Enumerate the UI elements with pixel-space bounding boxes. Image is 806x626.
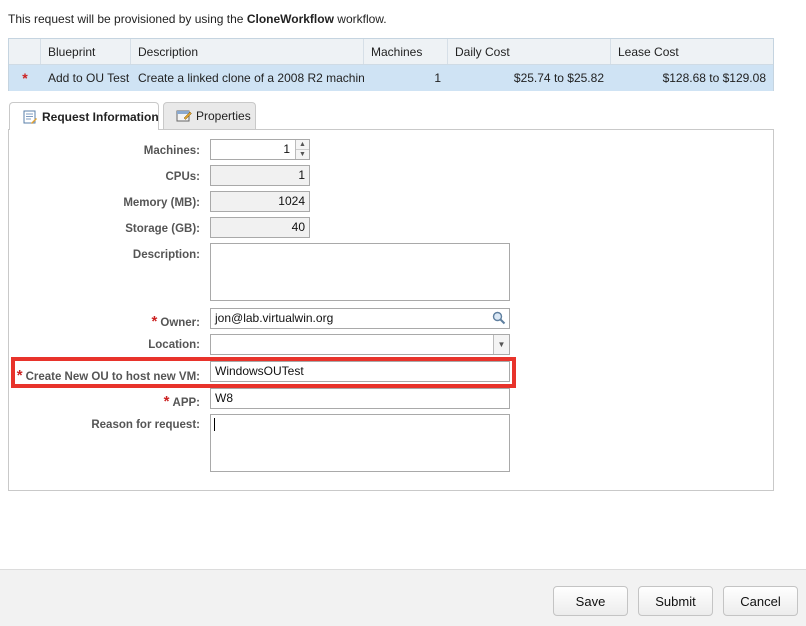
new-ou-input[interactable]: WindowsOUTest [210, 361, 510, 382]
tab-label: Properties [196, 109, 251, 123]
header-machines[interactable]: Machines [364, 39, 448, 64]
cpus-label-wrap: CPUs: [0, 168, 200, 188]
header-required [9, 39, 41, 64]
owner-value: jon@lab.virtualwin.org [215, 311, 334, 325]
blueprint-name: Add to OU Test [48, 71, 130, 85]
provisioning-intro: This request will be provisioned by usin… [8, 12, 387, 26]
properties-icon [176, 109, 192, 123]
intro-prefix: This request will be provisioned by usin… [8, 12, 244, 26]
owner-label: * Owner: [0, 313, 200, 330]
blueprint-daily-cost: $25.74 to $25.82 [513, 71, 604, 85]
header-lease-cost[interactable]: Lease Cost [611, 39, 773, 64]
blueprint-description: Create a linked clone of a 2008 R2 machi… [138, 71, 364, 85]
tab-request-information[interactable]: Request Information [9, 102, 159, 130]
new-ou-label: * Create New OU to host new VM: [0, 367, 200, 384]
owner-label-wrap: * Owner: [0, 310, 200, 330]
required-indicator: * [163, 393, 170, 410]
location-label: Location: [148, 339, 200, 351]
app-input[interactable]: W8 [210, 388, 510, 409]
tab-properties[interactable]: Properties [163, 102, 256, 129]
owner-label-text: Owner: [160, 317, 200, 329]
description-label: Description: [132, 249, 200, 261]
memory-field: 1024 [210, 191, 310, 212]
storage-field: 40 [210, 217, 310, 238]
reason-textarea[interactable] [210, 414, 510, 472]
required-indicator: * [16, 367, 23, 384]
storage-label: Storage (GB): [125, 223, 200, 235]
machines-label-wrap: Machines: [0, 142, 200, 162]
memory-label: Memory (MB): [123, 197, 200, 209]
blueprint-lease-cost: $128.68 to $129.08 [662, 71, 766, 85]
document-icon [22, 110, 38, 124]
location-select[interactable]: ▼ [210, 334, 510, 355]
machines-stepper[interactable]: 1 ▲ ▼ [210, 139, 310, 160]
text-caret [214, 418, 215, 431]
cpus-label: CPUs: [165, 171, 200, 183]
required-indicator: * [22, 70, 28, 86]
submit-button[interactable]: Submit [638, 586, 713, 616]
location-label-wrap: Location: [0, 336, 200, 356]
table-row[interactable]: * Add to OU Test Create a linked clone o… [9, 65, 773, 91]
machines-label: Machines: [143, 145, 200, 157]
tab-label: Request Information [42, 109, 159, 124]
reason-label: Reason for request: [91, 419, 200, 431]
app-label: * APP: [0, 393, 200, 410]
required-indicator: * [151, 313, 158, 330]
header-description[interactable]: Description [131, 39, 364, 64]
request-page: This request will be provisioned by usin… [0, 0, 806, 626]
footer-bar: Save Submit Cancel [0, 569, 806, 626]
blueprint-table-header: Blueprint Description Machines Daily Cos… [9, 39, 773, 65]
chevron-up-icon[interactable]: ▲ [296, 140, 309, 149]
save-button[interactable]: Save [553, 586, 628, 616]
header-blueprint[interactable]: Blueprint [41, 39, 131, 64]
cancel-button[interactable]: Cancel [723, 586, 798, 616]
cpus-field: 1 [210, 165, 310, 186]
owner-input[interactable]: jon@lab.virtualwin.org [210, 308, 510, 329]
machines-value: 1 [283, 142, 290, 156]
memory-label-wrap: Memory (MB): [0, 194, 200, 214]
blueprint-machines: 1 [434, 71, 441, 85]
chevron-down-icon[interactable]: ▼ [296, 149, 309, 159]
intro-suffix: workflow. [337, 12, 387, 26]
description-label-wrap: Description: [0, 246, 200, 266]
reason-label-wrap: Reason for request: [0, 416, 200, 436]
workflow-name: CloneWorkflow [246, 12, 334, 26]
app-label-wrap: * APP: [0, 390, 200, 410]
search-icon[interactable] [491, 310, 507, 326]
machines-spinner[interactable]: ▲ ▼ [295, 140, 309, 159]
app-label-text: APP: [172, 397, 200, 409]
storage-label-wrap: Storage (GB): [0, 220, 200, 240]
chevron-down-icon[interactable]: ▼ [493, 335, 509, 354]
new-ou-label-text: Create New OU to host new VM: [25, 371, 200, 383]
blueprint-table: Blueprint Description Machines Daily Cos… [8, 38, 774, 91]
header-daily-cost[interactable]: Daily Cost [448, 39, 611, 64]
new-ou-label-wrap: * Create New OU to host new VM: [0, 364, 200, 384]
description-textarea[interactable] [210, 243, 510, 301]
